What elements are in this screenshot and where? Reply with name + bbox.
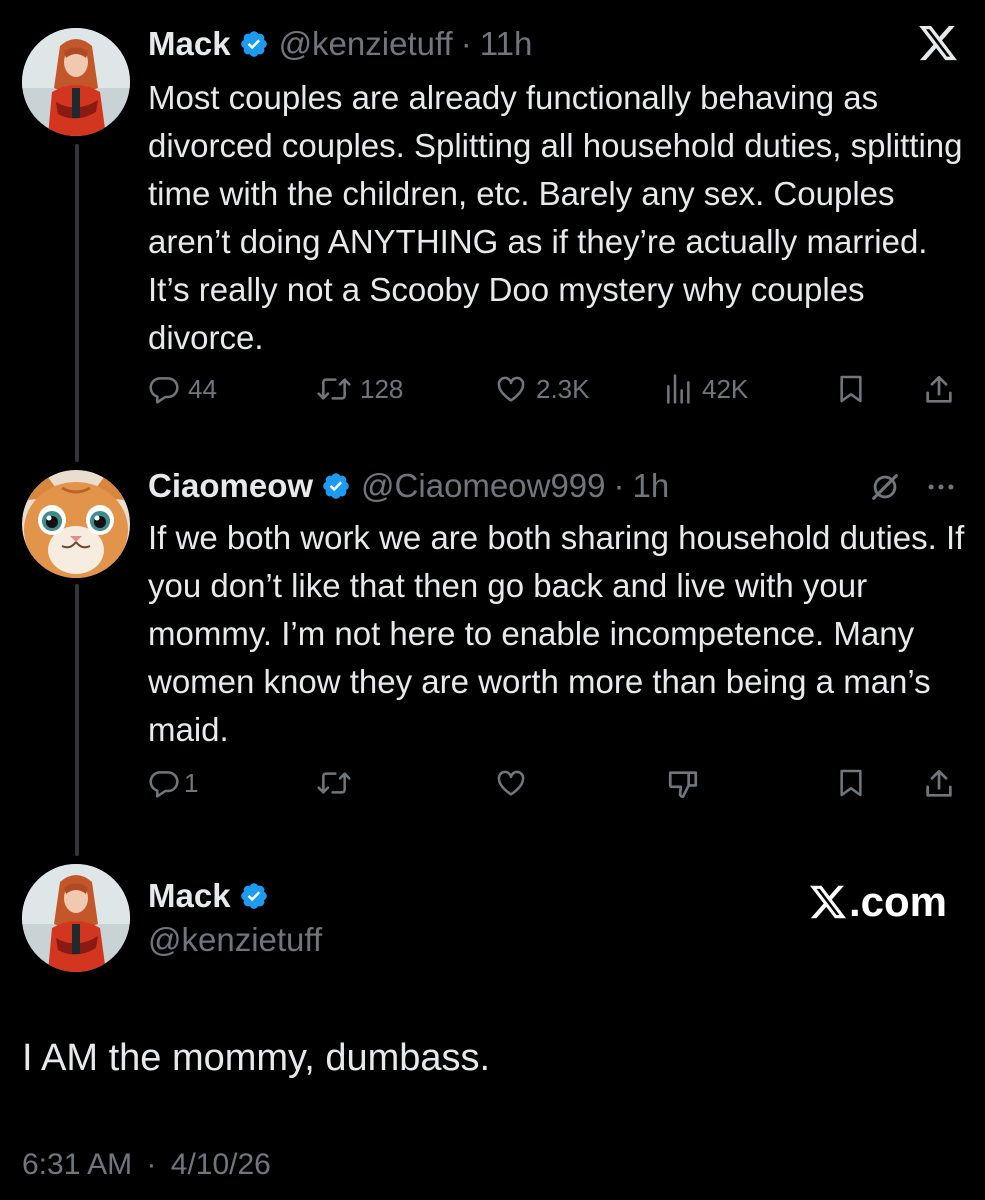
tweet-meta: 6:31 AM · 4/10/26 xyxy=(22,1148,271,1182)
bookmark-icon xyxy=(840,769,862,797)
display-name[interactable]: Mack xyxy=(148,24,231,64)
separator: · xyxy=(460,25,472,62)
post-date[interactable]: 4/10/26 xyxy=(171,1148,271,1181)
repost-icon xyxy=(317,772,351,794)
repost-count: 128 xyxy=(360,373,404,404)
like-button[interactable] xyxy=(494,767,528,799)
repost-button[interactable]: 128 xyxy=(316,373,403,405)
brand-domain: .com xyxy=(848,878,947,925)
views-icon xyxy=(667,374,690,404)
dislike-icon xyxy=(668,771,698,799)
tweet2-header: Ciaomeow @Ciaomeow999 · 1h xyxy=(148,466,669,506)
tweet1-header: Mack @kenzietuff · 11h xyxy=(148,24,532,64)
x-logo-icon xyxy=(919,25,957,61)
share-button[interactable] xyxy=(922,766,956,802)
thread-line-1 xyxy=(75,144,79,462)
avatar[interactable] xyxy=(22,28,130,136)
share-icon xyxy=(926,375,952,403)
handle[interactable]: @kenzietuff xyxy=(279,24,453,64)
separator: · xyxy=(146,1148,157,1181)
views-button[interactable]: 42K xyxy=(664,373,748,405)
like-icon xyxy=(497,770,525,796)
tweet3-handle-row: @kenzietuff xyxy=(148,920,322,960)
avatar-mack-image xyxy=(22,28,130,136)
handle[interactable]: @Ciaomeow999 xyxy=(361,466,605,506)
bookmark-button[interactable] xyxy=(836,767,866,799)
avatar[interactable] xyxy=(22,864,130,972)
more-icon[interactable] xyxy=(924,470,958,504)
like-icon xyxy=(497,376,525,402)
grok-icon[interactable] xyxy=(868,470,902,504)
like-count: 2.3K xyxy=(536,373,590,404)
tweet2-text: If we both work we are both sharing hous… xyxy=(148,519,965,748)
repost-button[interactable] xyxy=(316,767,352,799)
verified-badge-icon xyxy=(323,473,349,499)
timestamp[interactable]: 1h xyxy=(633,466,670,506)
reply-count: 44 xyxy=(188,373,217,404)
timestamp[interactable]: 11h xyxy=(480,24,533,64)
dislike-button[interactable] xyxy=(666,767,700,801)
xcom-brand: .com xyxy=(808,878,947,926)
views-count: 42K xyxy=(702,373,749,404)
share-icon xyxy=(926,769,952,797)
reply-button[interactable]: 44 xyxy=(148,373,217,405)
bookmark-icon xyxy=(840,375,862,403)
handle[interactable]: @kenzietuff xyxy=(148,920,322,960)
reply-icon xyxy=(149,771,179,798)
tweet3-header: Mack xyxy=(148,876,279,916)
tweet1-text: Most couples are already functionally be… xyxy=(148,79,963,356)
tweet3-text: I AM the mommy, dumbass. xyxy=(22,1037,491,1079)
post-time[interactable]: 6:31 AM xyxy=(22,1148,132,1181)
share-button[interactable] xyxy=(922,372,956,408)
display-name[interactable]: Ciaomeow xyxy=(148,466,313,506)
avatar-mack-image xyxy=(22,864,130,972)
separator: · xyxy=(613,467,625,504)
thread-line-2 xyxy=(75,584,79,856)
avatar-ciaomeow-image xyxy=(22,470,130,578)
reply-icon xyxy=(149,377,179,404)
bookmark-button[interactable] xyxy=(836,373,866,405)
repost-icon xyxy=(317,378,351,400)
display-name[interactable]: Mack xyxy=(148,876,231,916)
reply-count: 1 xyxy=(184,767,199,798)
reply-button[interactable]: 1 xyxy=(148,767,198,799)
verified-badge-icon xyxy=(240,31,267,57)
verified-badge-icon xyxy=(240,883,267,909)
x-logo-icon xyxy=(810,885,847,919)
avatar[interactable] xyxy=(22,470,130,578)
like-button[interactable]: 2.3K xyxy=(494,373,590,405)
